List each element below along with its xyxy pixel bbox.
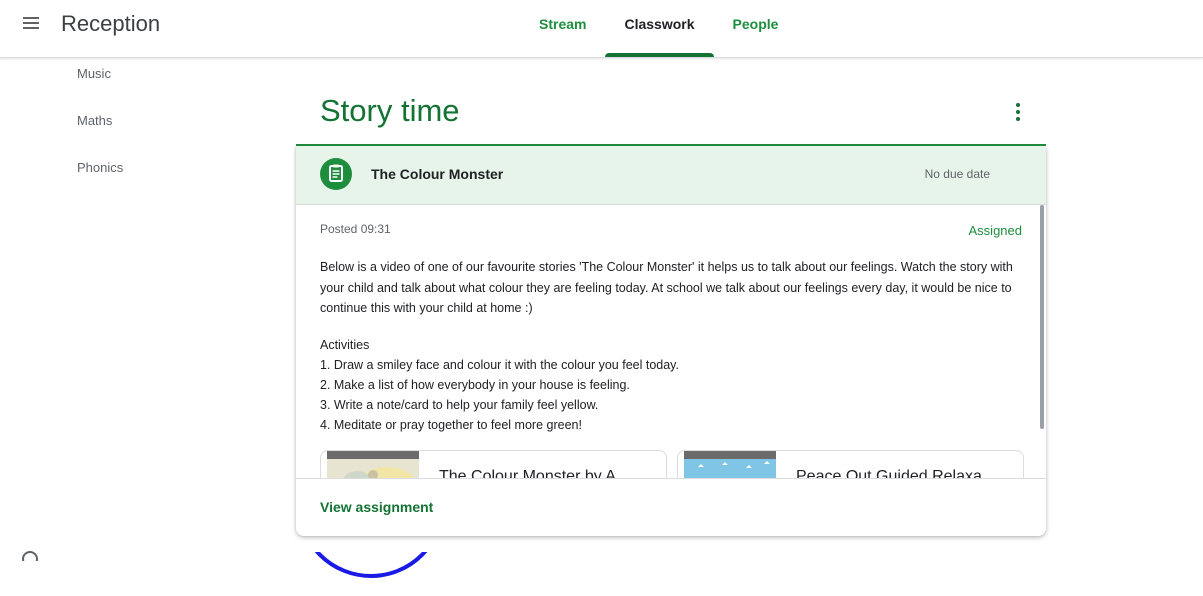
activity-item: 4. Meditate or pray together to feel mor… [320, 418, 582, 432]
assignment-description: Below is a video of one of our favourite… [320, 260, 1013, 315]
activities-heading: Activities [320, 338, 370, 352]
assignment-card: The Colour Monster No due date Posted 09… [296, 146, 1046, 536]
assignment-title: The Colour Monster [371, 166, 504, 182]
due-date: No due date [924, 167, 990, 181]
assignment-body: Posted 09:31 Assigned Below is a video o… [296, 205, 1046, 478]
tab-people[interactable]: People [714, 0, 798, 57]
assignment-icon [320, 158, 352, 190]
material-attachment[interactable]: The Colour Monster by A [320, 450, 667, 478]
assignment-header[interactable]: The Colour Monster No due date [296, 146, 1046, 205]
material-title: Peace Out Guided Relaxa [796, 468, 982, 478]
sidebar-item-phonics[interactable]: Phonics [77, 160, 123, 175]
loading-spinner [297, 552, 453, 596]
posted-time: Posted 09:31 [320, 222, 391, 236]
activity-item: 2. Make a list of how everybody in your … [320, 378, 630, 392]
tab-stream[interactable]: Stream [520, 0, 605, 57]
loading-icon [22, 551, 42, 561]
video-thumbnail [684, 451, 776, 478]
material-title: The Colour Monster by A [439, 468, 616, 478]
topic-title: Story time [320, 93, 460, 128]
view-assignment-link[interactable]: View assignment [320, 499, 433, 515]
card-footer: View assignment [296, 478, 1046, 536]
status-badge: Assigned [968, 223, 1022, 238]
activity-item: 3. Write a note/card to help your family… [320, 398, 599, 412]
tab-classwork[interactable]: Classwork [605, 0, 714, 57]
material-attachment[interactable]: Peace Out Guided Relaxa [677, 450, 1024, 478]
sidebar-item-maths[interactable]: Maths [77, 113, 112, 128]
class-title[interactable]: Reception [61, 11, 160, 37]
scrollbar[interactable] [1040, 205, 1044, 429]
activities-list: Activities 1. Draw a smiley face and col… [320, 335, 1025, 435]
top-app-bar: Reception Stream Classwork People [0, 0, 1203, 58]
menu-icon[interactable] [22, 14, 42, 34]
sidebar-item-music[interactable]: Music [77, 66, 111, 81]
class-tabs: Stream Classwork People [520, 0, 797, 57]
activity-item: 1. Draw a smiley face and colour it with… [320, 358, 679, 372]
more-vert-icon[interactable] [1006, 100, 1030, 124]
video-thumbnail [327, 451, 419, 478]
